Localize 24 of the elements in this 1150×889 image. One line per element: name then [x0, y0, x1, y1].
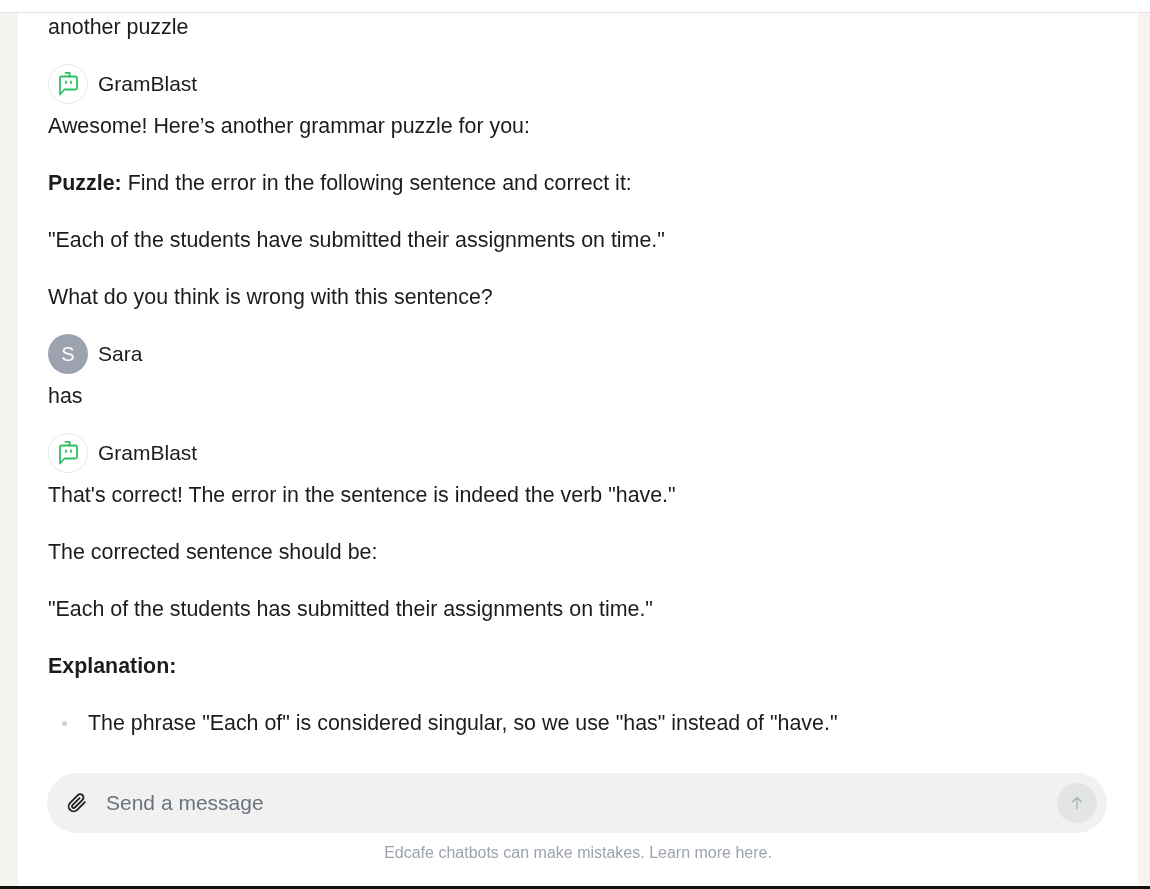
author-name: GramBlast — [98, 440, 198, 466]
message-text: has — [48, 383, 84, 410]
paperclip-icon — [67, 793, 87, 813]
attach-button[interactable] — [65, 791, 89, 815]
bullet-icon — [62, 720, 67, 726]
footer-disclaimer: Edcafe chatbots can make mistakes. Learn more here. — [383, 845, 773, 861]
message-heading: Explanation: — [48, 653, 178, 680]
message-text: The corrected sentence should be: — [48, 539, 379, 566]
list-item-text: The phrase "Each of" is considered singular, so we use "has" instead of "have." — [88, 710, 838, 737]
message-text: "Each of the students have submitted their assignments on time." — [48, 227, 666, 254]
message-text: That's correct! The error in the sentence is indeed the verb "have." — [48, 482, 677, 509]
message-composer[interactable]: Send a message — [47, 773, 1107, 833]
message-text: another puzzle — [48, 14, 190, 41]
message-text: What do you think is wrong with this sentence? — [48, 284, 494, 311]
message-text: Awesome! Here’s another grammar puzzle for you: — [48, 113, 531, 140]
bot-avatar-icon — [48, 433, 88, 473]
author-name: GramBlast — [98, 71, 198, 97]
user-avatar: S — [48, 334, 88, 374]
message-input[interactable]: Send a message — [106, 788, 1057, 818]
author-name: Sara — [98, 341, 143, 367]
message-text: "Each of the students has submitted their assignments on time." — [48, 596, 654, 623]
arrow-up-icon — [1070, 796, 1084, 810]
bot-avatar-icon — [48, 64, 88, 104]
message-text: Puzzle: Find the error in the following sentence and correct it: — [48, 170, 633, 197]
